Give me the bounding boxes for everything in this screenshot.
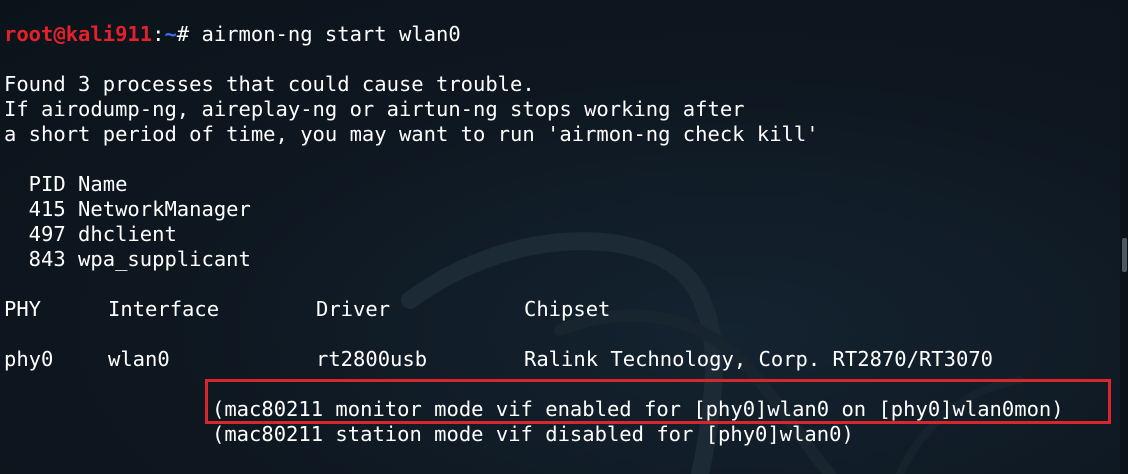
highlight-annotation-box [205, 379, 1111, 424]
output-message-line: If airodump-ng, aireplay-ng or airtun-ng… [4, 97, 745, 121]
prompt-separator: : [152, 22, 165, 46]
process-row: 843 wpa_supplicant [4, 247, 251, 271]
terminal-window[interactable]: root@kali911:~# airmon-ng start wlan0 Fo… [0, 0, 1128, 474]
scrollbar-thumb[interactable] [1122, 238, 1127, 272]
interface-table-header: PHY Interface Driver Chipset [4, 297, 1104, 322]
prompt-user-host: root@kali911 [4, 22, 153, 46]
interface-table-row: phy0 wlan0 rt2800usb Ralink Technology, … [4, 347, 1104, 372]
cell-chipset: Ralink Technology, Corp. RT2870/RT3070 [524, 347, 993, 371]
process-table-header: PID Name [4, 172, 128, 196]
column-chipset: Chipset [524, 297, 611, 321]
process-row: 415 NetworkManager [4, 197, 251, 221]
command-line: root@kali911:~# airmon-ng start wlan0 [4, 22, 461, 47]
process-row: 497 dhclient [4, 222, 177, 246]
scrollbar-track[interactable] [1120, 0, 1128, 474]
cell-driver: rt2800usb [316, 347, 428, 371]
prompt-path: ~ [164, 22, 177, 46]
column-phy: PHY [4, 297, 42, 321]
cell-interface: wlan0 [108, 347, 170, 371]
command-text: airmon-ng start wlan0 [201, 22, 461, 46]
cell-phy: phy0 [4, 347, 54, 371]
column-interface: Interface [108, 297, 220, 321]
output-message-line: Found 3 processes that could cause troub… [4, 72, 535, 96]
prompt-symbol: # [176, 22, 190, 46]
station-mode-note: (mac80211 station mode vif disabled for … [212, 422, 854, 446]
output-message-line: a short period of time, you may want to … [4, 122, 819, 146]
column-driver: Driver [316, 297, 391, 321]
